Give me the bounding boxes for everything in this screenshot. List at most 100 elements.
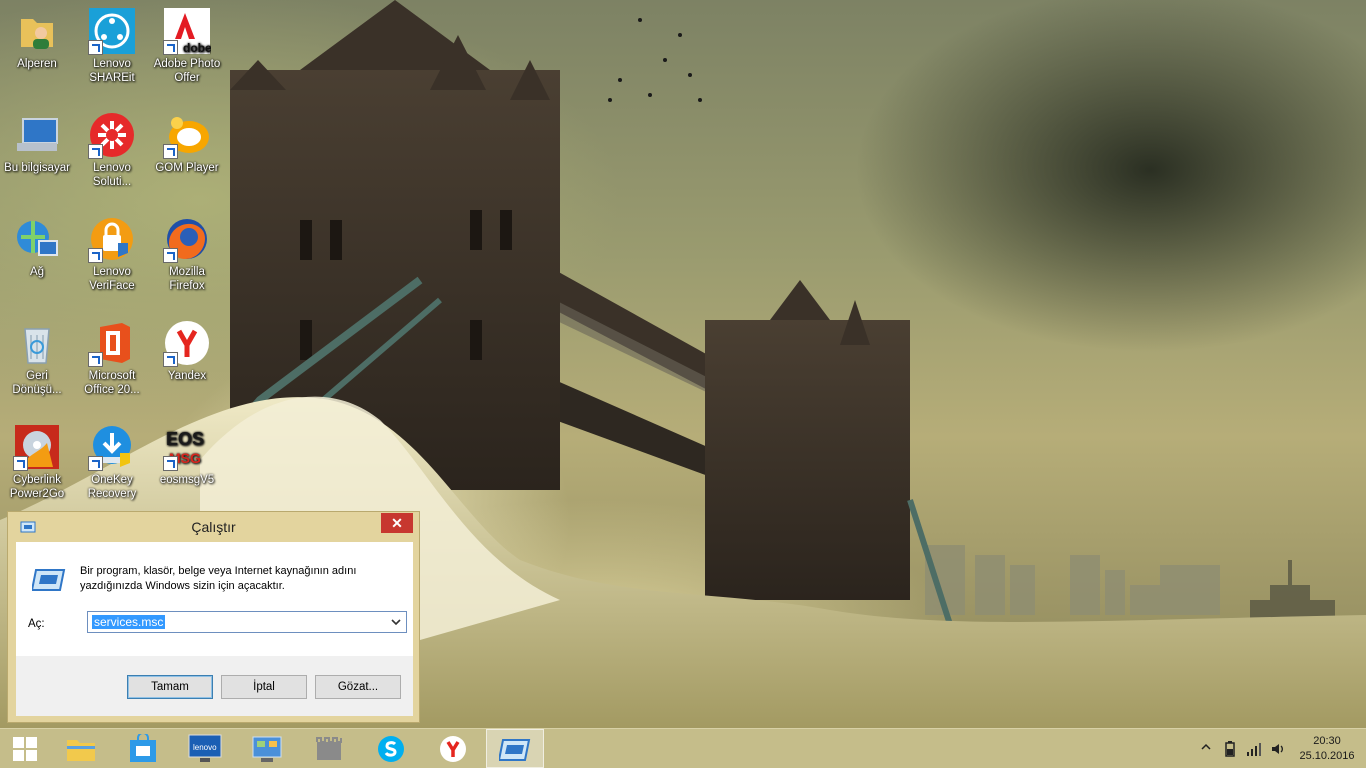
chevron-down-icon[interactable] [388, 614, 404, 630]
taskbar-yandex[interactable] [424, 729, 482, 768]
office-icon [88, 319, 136, 367]
desktop-icon-label: Ağ [29, 266, 45, 278]
run-icon [497, 739, 531, 761]
desktop-icon-lenovo-veriface[interactable]: Lenovo VeriFace [75, 211, 149, 293]
open-combobox[interactable]: services.msc [87, 611, 407, 633]
desktop-icon-adobe-photo-offer[interactable]: dobe Adobe Photo Offer [150, 3, 224, 85]
shortcut-arrow-icon [88, 40, 103, 55]
desktop-icon-label: Microsoft Office 20... [84, 370, 140, 396]
eosmsg-icon: EOS MSG [163, 423, 211, 471]
desktop-icon-label: Lenovo SHAREit [89, 58, 135, 84]
taskbar-app[interactable] [300, 729, 358, 768]
recycle-bin-icon [13, 319, 61, 367]
yandex-icon [163, 319, 211, 367]
dialog-footer: Tamam İptal Gözat... [16, 656, 413, 716]
eos-logo-top: EOS [166, 429, 204, 449]
desktop-icon-label: Bu bilgisayar [4, 162, 70, 174]
wifi-signal-icon[interactable] [1246, 741, 1262, 757]
adobe-logo-text: dobe [183, 41, 211, 55]
browse-button[interactable]: Gözat... [315, 675, 401, 699]
skype-icon [378, 736, 404, 762]
shortcut-arrow-icon [163, 248, 178, 263]
run-dialog: Çalıştır ✕ Bir program, klasör, belge ve… [7, 511, 420, 723]
battery-icon[interactable] [1222, 741, 1238, 757]
control-panel-icon [252, 736, 282, 762]
desktop-icon-mozilla-firefox[interactable]: Mozilla Firefox [150, 211, 224, 293]
desktop-icon-lenovo-shareit[interactable]: Lenovo SHAREit [75, 3, 149, 85]
desktop-icon-lenovo-solution[interactable]: Lenovo Soluti... [75, 107, 149, 189]
show-hidden-icons-chevron-icon[interactable] [1200, 741, 1212, 753]
desktop-icon-label: GOM Player [155, 162, 219, 174]
open-label: Aç: [28, 618, 45, 630]
yandex-icon [440, 736, 466, 762]
desktop-icon-label: Cyberlink Power2Go [9, 474, 65, 500]
shortcut-arrow-icon [88, 144, 103, 159]
windows-logo-icon [13, 737, 37, 761]
clock-date: 25.10.2016 [1299, 750, 1355, 762]
ok-button[interactable]: Tamam [127, 675, 213, 699]
cancel-button[interactable]: İptal [221, 675, 307, 699]
desktop-icon-eosmsgv5[interactable]: EOS MSG eosmsgV5 [150, 419, 224, 487]
taskbar-file-explorer[interactable] [52, 729, 110, 768]
shareit-icon [88, 7, 136, 55]
shortcut-arrow-icon [163, 456, 178, 471]
dialog-body: Bir program, klasör, belge veya Internet… [16, 542, 413, 656]
desktop-icon-label: Lenovo Soluti... [92, 162, 132, 188]
lenovo-text: lenovo [193, 743, 217, 752]
start-button[interactable] [0, 729, 50, 768]
volume-icon[interactable] [1270, 741, 1286, 757]
open-input-value[interactable]: services.msc [92, 615, 166, 629]
taskbar: lenovo 20:30 25.10.2016 [0, 728, 1366, 768]
desktop-icon-geri-donusum[interactable]: Geri Dönüşü... [0, 315, 74, 397]
desktop-icon-label: eosmsgV5 [159, 474, 215, 486]
gom-player-icon [163, 111, 211, 159]
desktop-icon-label: Geri Dönüşü... [12, 370, 62, 396]
dialog-description: Bir program, klasör, belge veya Internet… [80, 565, 357, 592]
shortcut-arrow-icon [163, 144, 178, 159]
run-app-icon [32, 569, 66, 591]
taskbar-store[interactable] [114, 729, 172, 768]
shortcut-arrow-icon [88, 456, 103, 471]
desktop-icon-label: Yandex [167, 370, 207, 382]
shortcut-arrow-icon [88, 248, 103, 263]
desktop-icon-cyberlink-power2go[interactable]: Cyberlink Power2Go [0, 419, 74, 501]
lenovo-monitor-icon: lenovo [188, 734, 222, 762]
desktop-icon-alperen[interactable]: Alperen [0, 3, 74, 71]
desktop-icon-gom-player[interactable]: GOM Player [150, 107, 224, 175]
castle-app-icon [316, 737, 342, 760]
veriface-icon [88, 215, 136, 263]
store-bag-icon [130, 732, 156, 762]
shortcut-arrow-icon [163, 352, 178, 367]
desktop-icon-label: Mozilla Firefox [169, 266, 205, 292]
desktop-icon-yandex[interactable]: Yandex [150, 315, 224, 383]
clock-time: 20:30 [1313, 735, 1341, 747]
power2go-icon [13, 423, 61, 471]
taskbar-skype[interactable] [362, 729, 420, 768]
desktop-icon-label: Alperen [17, 58, 57, 70]
onekey-recovery-icon [88, 423, 136, 471]
adobe-icon: dobe [163, 7, 211, 55]
computer-icon [13, 111, 61, 159]
firefox-icon [163, 215, 211, 263]
user-folder-icon [13, 7, 61, 55]
network-icon [13, 215, 61, 263]
clock[interactable]: 20:30 25.10.2016 [1296, 734, 1358, 764]
lenovo-solution-icon [88, 111, 136, 159]
taskbar-control-panel[interactable] [238, 729, 296, 768]
taskbar-run-dialog[interactable] [486, 729, 544, 768]
taskbar-lenovo[interactable]: lenovo [176, 729, 234, 768]
desktop-icon-label: Lenovo VeriFace [89, 266, 135, 292]
dialog-title: Çalıştır [191, 519, 236, 535]
desktop-icon-onekey-recovery[interactable]: OneKey Recovery [75, 419, 149, 501]
shortcut-arrow-icon [88, 352, 103, 367]
close-button[interactable]: ✕ [381, 513, 413, 533]
desktop-icon-label: Adobe Photo Offer [153, 58, 221, 84]
desktop-icon-label: OneKey Recovery [87, 474, 137, 500]
shortcut-arrow-icon [163, 40, 178, 55]
desktop-icon-bu-bilgisayar[interactable]: Bu bilgisayar [0, 107, 74, 175]
desktop: Alperen Lenovo SHAREit dobe Adobe Photo … [0, 0, 1366, 728]
folder-icon [67, 740, 95, 761]
desktop-icon-microsoft-office[interactable]: Microsoft Office 20... [75, 315, 149, 397]
shortcut-arrow-icon [13, 456, 28, 471]
desktop-icon-ag[interactable]: Ağ [0, 211, 74, 279]
